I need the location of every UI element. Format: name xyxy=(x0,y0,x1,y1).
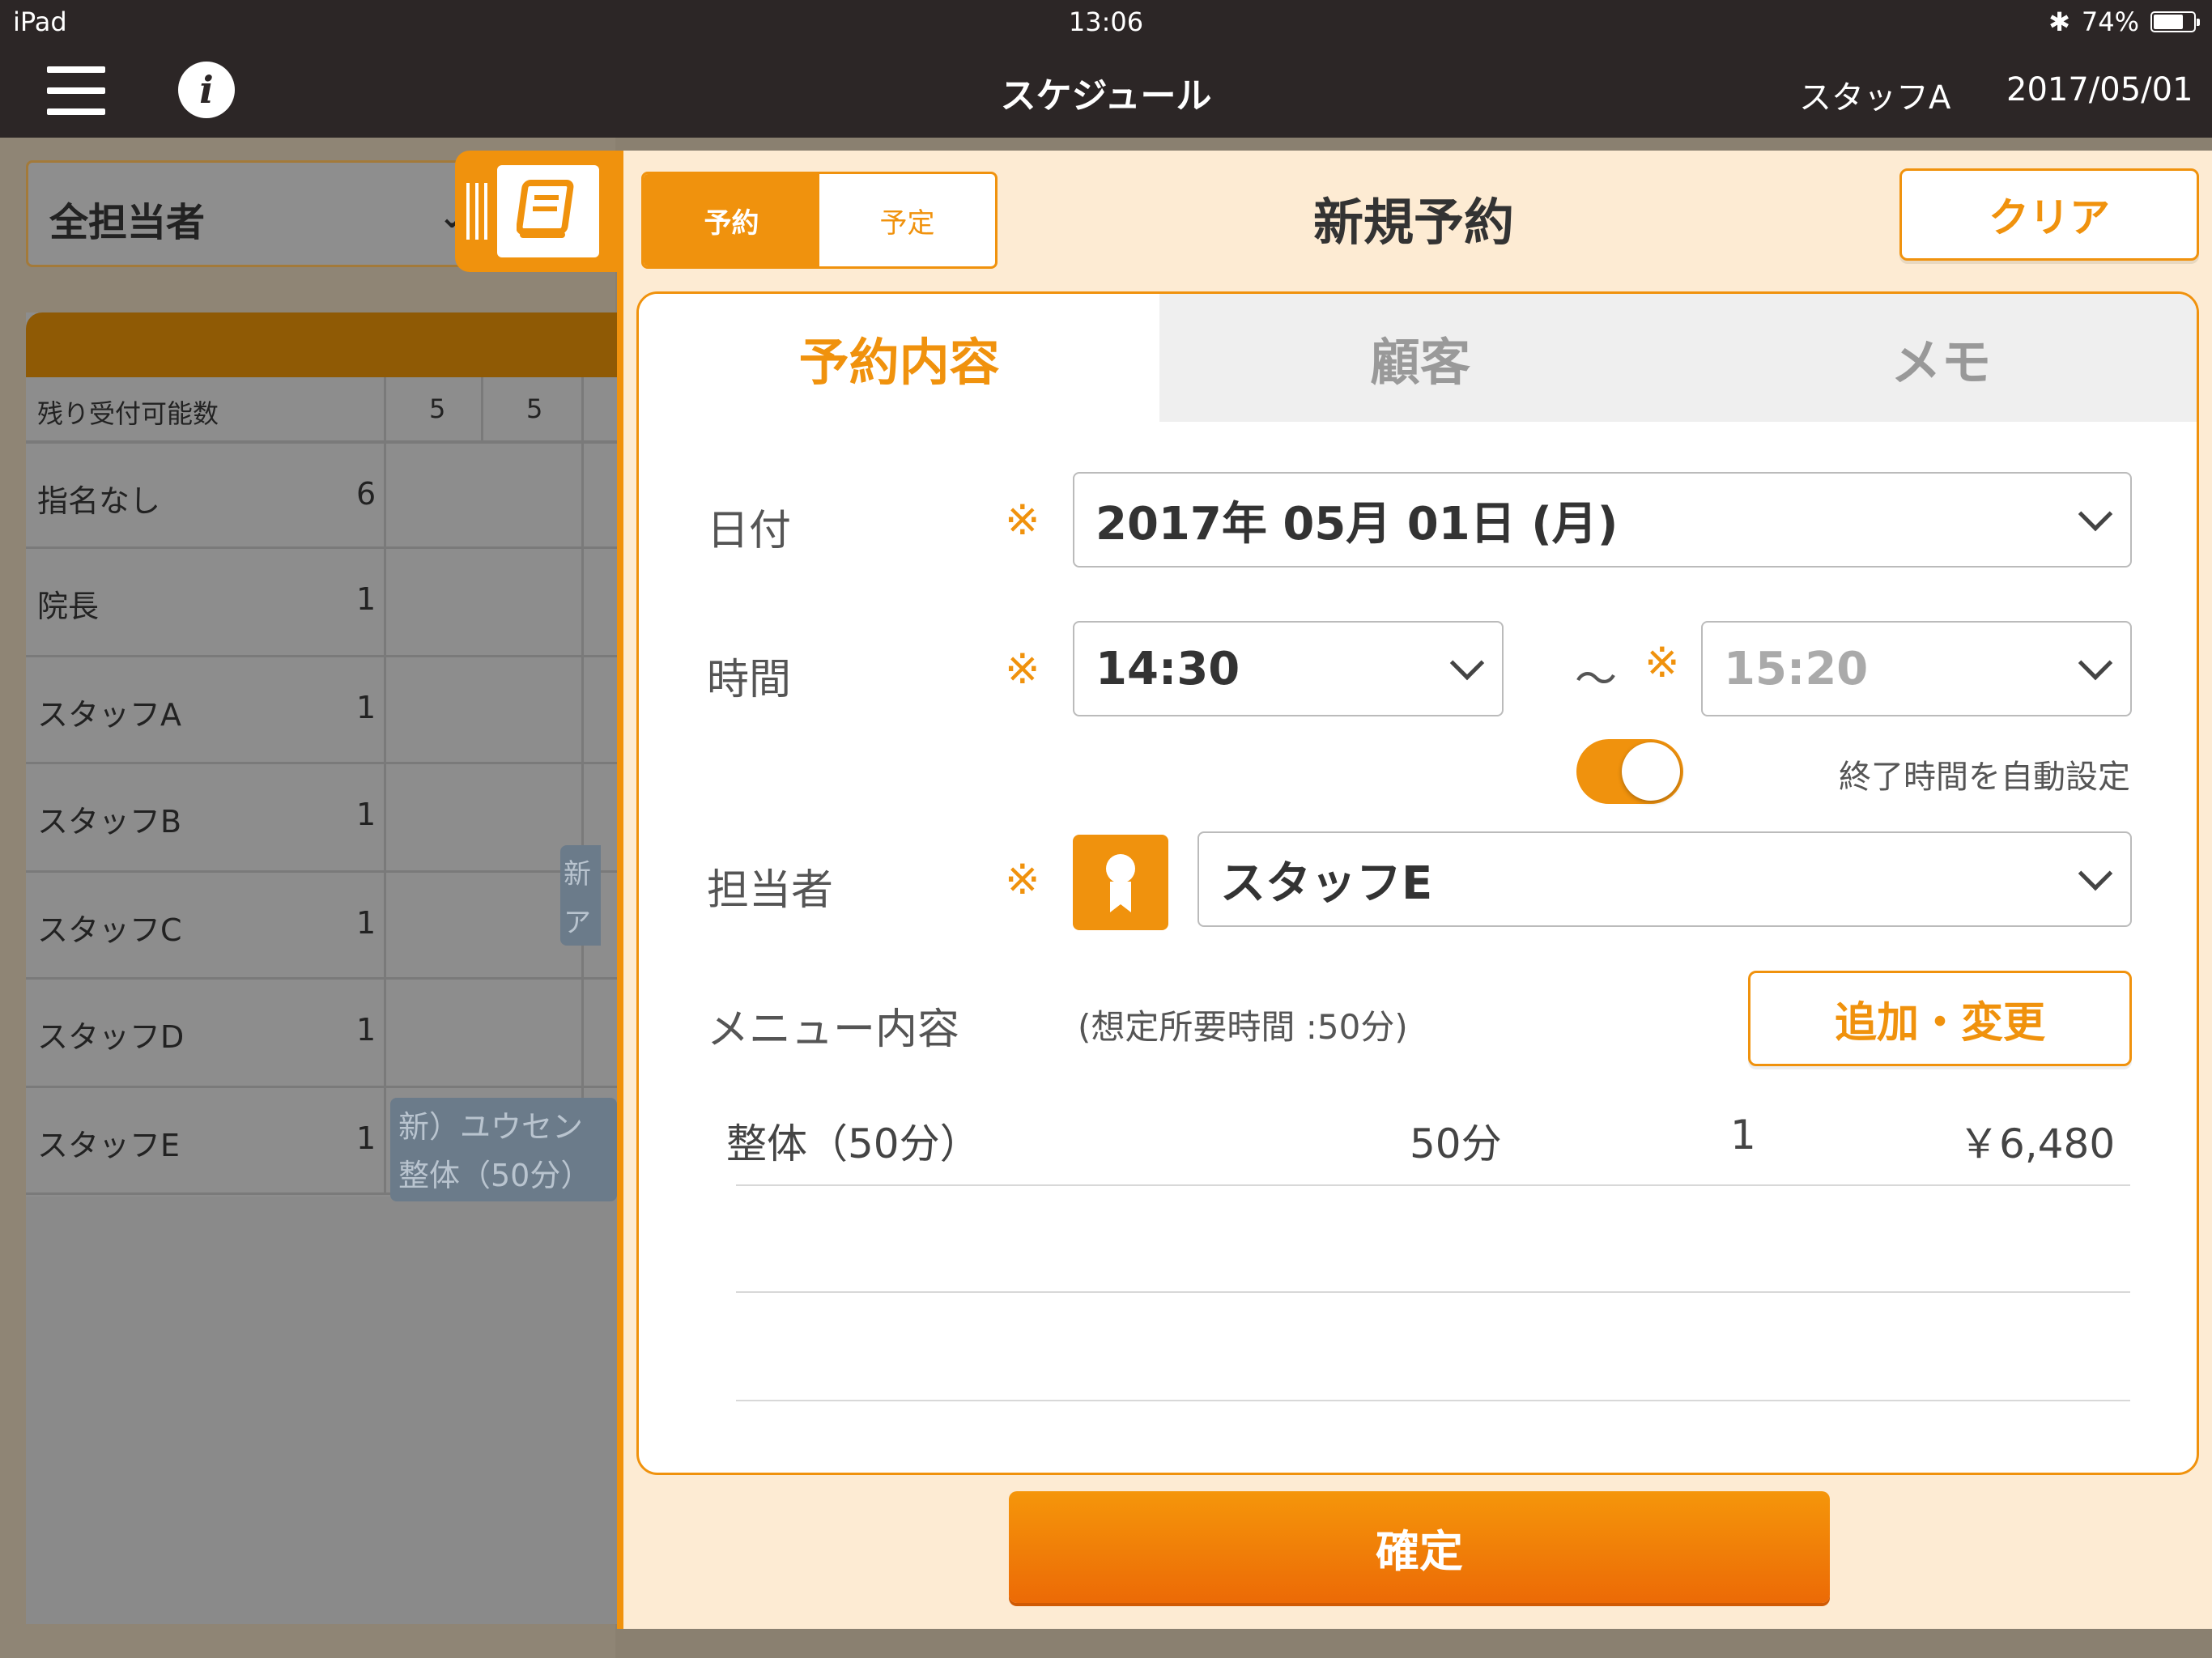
status-bar: iPad 13:06 ✱ 74% xyxy=(0,0,2212,44)
menu-item-row-empty xyxy=(736,1186,2130,1293)
required-mark: ※ xyxy=(1005,856,1040,904)
add-change-menu-button[interactable]: 追加・変更 xyxy=(1748,971,2132,1066)
time-separator: 〜 xyxy=(1575,656,1618,704)
award-icon[interactable] xyxy=(1073,835,1168,930)
column-divider xyxy=(481,377,483,442)
chevron-down-icon xyxy=(2078,496,2113,532)
tab-customer[interactable]: 顧客 xyxy=(1159,294,1681,422)
panel-title: 新規予約 xyxy=(1312,193,1514,252)
end-time-value: 15:20 xyxy=(1724,642,1869,695)
required-mark: ※ xyxy=(1005,645,1040,694)
end-time-select[interactable]: 15:20 xyxy=(1701,621,2132,716)
column-divider xyxy=(384,377,386,1195)
appointment-block[interactable]: 新 ア xyxy=(560,845,601,946)
time-label: 時間 xyxy=(707,656,792,704)
chevron-down-icon xyxy=(2078,645,2113,681)
staff-label: 担当者 xyxy=(707,866,834,915)
clear-button[interactable]: クリア xyxy=(1899,168,2199,261)
battery-fill xyxy=(2154,15,2183,29)
menu-label: メニュー内容 xyxy=(707,1005,960,1054)
battery-percent: 74% xyxy=(2081,6,2139,37)
logged-in-staff: スタッフA xyxy=(1799,79,1951,117)
staff-count: 1 xyxy=(356,581,376,617)
menu-item-name: 整体（50分） xyxy=(726,1120,981,1167)
segment-reserve[interactable]: 予約 xyxy=(644,174,819,266)
auto-end-label: 終了時間を自動設定 xyxy=(1839,759,2130,796)
table-row[interactable]: スタッフB 1 xyxy=(26,764,617,873)
staff-count: 1 xyxy=(356,905,376,941)
book-icon[interactable] xyxy=(497,165,599,257)
required-mark: ※ xyxy=(1644,639,1680,687)
staff-count: 1 xyxy=(356,797,376,832)
table-row[interactable]: スタッフC 1 xyxy=(26,873,617,980)
date-label: 日付 xyxy=(707,507,792,555)
staff-count: 1 xyxy=(356,1120,376,1156)
menu-item-duration: 50分 xyxy=(1410,1120,1502,1167)
bluetooth-icon: ✱ xyxy=(2048,6,2070,37)
table-row[interactable]: 院長 1 xyxy=(26,549,617,657)
staff-select[interactable]: スタッフE xyxy=(1197,831,2132,927)
start-time-select[interactable]: 14:30 xyxy=(1073,621,1504,716)
status-right: ✱ 74% xyxy=(2048,6,2200,37)
start-time-value: 14:30 xyxy=(1095,642,1240,695)
appointment-block[interactable]: 新）ユウセン 整体（50分） xyxy=(390,1098,617,1201)
auto-end-toggle[interactable] xyxy=(1576,739,1683,804)
current-date: 2017/05/01 xyxy=(2006,71,2193,108)
clock: 13:06 xyxy=(1068,6,1144,37)
toggle-knob xyxy=(1622,742,1680,801)
appointment-line: 整体（50分） xyxy=(398,1158,592,1193)
staff-filter-value: 全担当者 xyxy=(49,200,206,245)
staff-value: スタッフE xyxy=(1220,857,1433,910)
menu-item-price: ￥6,480 xyxy=(1959,1120,2116,1167)
schedule-header xyxy=(26,312,617,377)
appointment-line: 新）ユウセン xyxy=(398,1109,584,1145)
menu-duration-note: (想定所要時間 :50分) xyxy=(1078,1007,1408,1047)
menu-item-row-empty xyxy=(736,1293,2130,1401)
form-tabs: 予約内容 顧客 メモ xyxy=(639,294,2197,422)
column-divider xyxy=(581,377,584,1130)
staff-count: 1 xyxy=(356,690,376,725)
chevron-down-icon xyxy=(1449,645,1485,681)
required-mark: ※ xyxy=(1005,496,1040,545)
nav-bar: i スケジュール スタッフA 2017/05/01 xyxy=(0,44,2212,138)
panel-handle[interactable] xyxy=(455,151,622,272)
menu-item-row[interactable]: 整体（50分） 50分 1 ￥6,480 xyxy=(726,1087,2130,1186)
table-row[interactable]: スタッフA 1 xyxy=(26,657,617,764)
schedule-area: 全担当者 ⌄ 残り受付可能数 5 5 指名なし 6 院長 1 スタッフA 1 ス… xyxy=(0,138,617,1658)
staff-name: スタッフA xyxy=(37,697,181,733)
staff-count: 6 xyxy=(356,476,376,512)
confirm-button[interactable]: 確定 xyxy=(1009,1491,1830,1603)
chevron-down-icon xyxy=(2078,856,2113,891)
grip-icon xyxy=(466,183,487,240)
staff-name: 指名なし xyxy=(37,483,161,519)
staff-name: スタッフC xyxy=(37,912,182,948)
table-row[interactable]: スタッフD 1 xyxy=(26,980,617,1088)
remaining-row xyxy=(26,377,617,444)
battery-icon xyxy=(2150,11,2200,32)
staff-name: スタッフE xyxy=(37,1128,181,1163)
type-segmented-control: 予約 予定 xyxy=(641,172,998,269)
segment-plan[interactable]: 予定 xyxy=(819,174,995,266)
date-value: 2017年 05月 01日 (月) xyxy=(1095,497,1619,551)
tab-reservation-details[interactable]: 予約内容 xyxy=(639,294,1160,422)
schedule-grid: 残り受付可能数 5 5 指名なし 6 院長 1 スタッフA 1 スタッフB 1 … xyxy=(26,312,617,1624)
appointment-line: 新 xyxy=(564,858,591,891)
staff-name: スタッフD xyxy=(37,1019,185,1055)
staff-name: 院長 xyxy=(37,589,100,624)
tab-memo[interactable]: メモ xyxy=(1680,294,2197,422)
table-row[interactable]: 指名なし 6 xyxy=(26,444,617,549)
date-select[interactable]: 2017年 05月 01日 (月) xyxy=(1073,472,2132,568)
staff-count: 1 xyxy=(356,1012,376,1048)
reservation-form: 予約内容 顧客 メモ 日付 ※ 2017年 05月 01日 (月) 時間 ※ 1… xyxy=(636,291,2199,1475)
staff-filter-select[interactable]: 全担当者 ⌄ xyxy=(26,160,479,267)
menu-item-qty: 1 xyxy=(1730,1112,1756,1158)
staff-name: スタッフB xyxy=(37,804,182,840)
schedule-empty-area xyxy=(26,1197,617,1624)
appointment-line: ア xyxy=(564,907,591,939)
